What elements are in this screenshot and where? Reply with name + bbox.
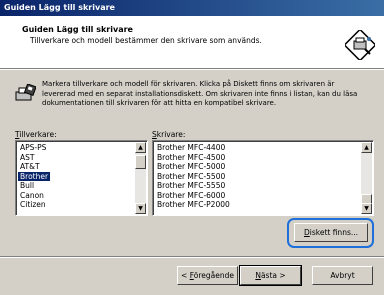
list-item[interactable]: Brother MFC-P2000 bbox=[155, 200, 232, 210]
list-item[interactable]: Canon bbox=[18, 191, 50, 201]
list-item[interactable]: Brother MFC-4400 bbox=[155, 143, 232, 153]
manufacturer-scrollbar[interactable]: ▲ ▼ bbox=[135, 142, 146, 214]
back-label: öregående bbox=[193, 271, 234, 280]
list-item[interactable]: Citizen bbox=[18, 200, 50, 210]
next-button[interactable]: Nästa > bbox=[239, 265, 302, 286]
instructions-text: Markera tillverkare och modell för skriv… bbox=[42, 80, 358, 107]
printer-label-rest: krivare: bbox=[156, 130, 186, 139]
list-item[interactable]: Brother MFC-4500 bbox=[155, 153, 232, 163]
have-disk-button[interactable]: Diskett finns... bbox=[294, 223, 368, 242]
manufacturer-label: Tillverkare: bbox=[15, 130, 57, 139]
printer-items: Brother MFC-4400 Brother MFC-4500 Brothe… bbox=[155, 143, 232, 210]
list-item[interactable]: AST bbox=[18, 153, 50, 163]
printer-wizard-icon bbox=[345, 30, 375, 60]
printer-disk-icon bbox=[15, 84, 36, 101]
list-item[interactable]: Brother MFC-5500 bbox=[155, 172, 232, 182]
scroll-down-icon[interactable]: ▼ bbox=[361, 203, 372, 214]
wizard-window: Guiden Lägg till skrivare Guiden Lägg ti… bbox=[0, 0, 384, 295]
title-bar: Guiden Lägg till skrivare bbox=[0, 0, 384, 16]
scroll-thumb[interactable] bbox=[135, 155, 146, 169]
wizard-header: Guiden Lägg till skrivare Tillverkare oc… bbox=[0, 16, 384, 68]
back-button[interactable]: < Föregående bbox=[177, 266, 238, 285]
footer-divider-light bbox=[0, 257, 384, 258]
next-label: ästa > bbox=[260, 271, 286, 280]
scroll-up-icon[interactable]: ▲ bbox=[135, 142, 146, 153]
printer-list[interactable]: Brother MFC-4400 Brother MFC-4500 Brothe… bbox=[152, 140, 374, 216]
scroll-up-icon[interactable]: ▲ bbox=[361, 142, 372, 153]
have-disk-label: iskett finns... bbox=[309, 228, 359, 237]
manufacturer-items: APS-PS AST AT&T Brother Bull Canon Citiz… bbox=[18, 143, 51, 210]
header-title: Guiden Lägg till skrivare bbox=[22, 25, 133, 34]
printer-scrollbar[interactable]: ▲ ▼ bbox=[361, 142, 372, 214]
list-item[interactable]: Brother MFC-6000 bbox=[155, 191, 232, 201]
manufacturer-label-rest: illverkare: bbox=[19, 130, 57, 139]
list-item[interactable]: APS-PS bbox=[18, 143, 50, 153]
list-item[interactable]: Brother MFC-5550 bbox=[155, 181, 232, 191]
list-item[interactable]: Bull bbox=[18, 181, 50, 191]
cancel-button[interactable]: Avbryt bbox=[312, 266, 373, 285]
list-item[interactable]: Brother MFC-5000 bbox=[155, 162, 232, 172]
list-item-selected[interactable]: Brother bbox=[18, 171, 51, 181]
back-prefix: < bbox=[181, 271, 190, 280]
scroll-down-icon[interactable]: ▼ bbox=[135, 203, 146, 214]
manufacturer-list[interactable]: APS-PS AST AT&T Brother Bull Canon Citiz… bbox=[15, 140, 148, 216]
header-divider-light bbox=[0, 69, 384, 70]
printer-label: Skrivare: bbox=[152, 130, 185, 139]
header-subtitle: Tillverkare och modell bestämmer den skr… bbox=[30, 36, 262, 45]
list-item[interactable]: AT&T bbox=[18, 162, 50, 172]
